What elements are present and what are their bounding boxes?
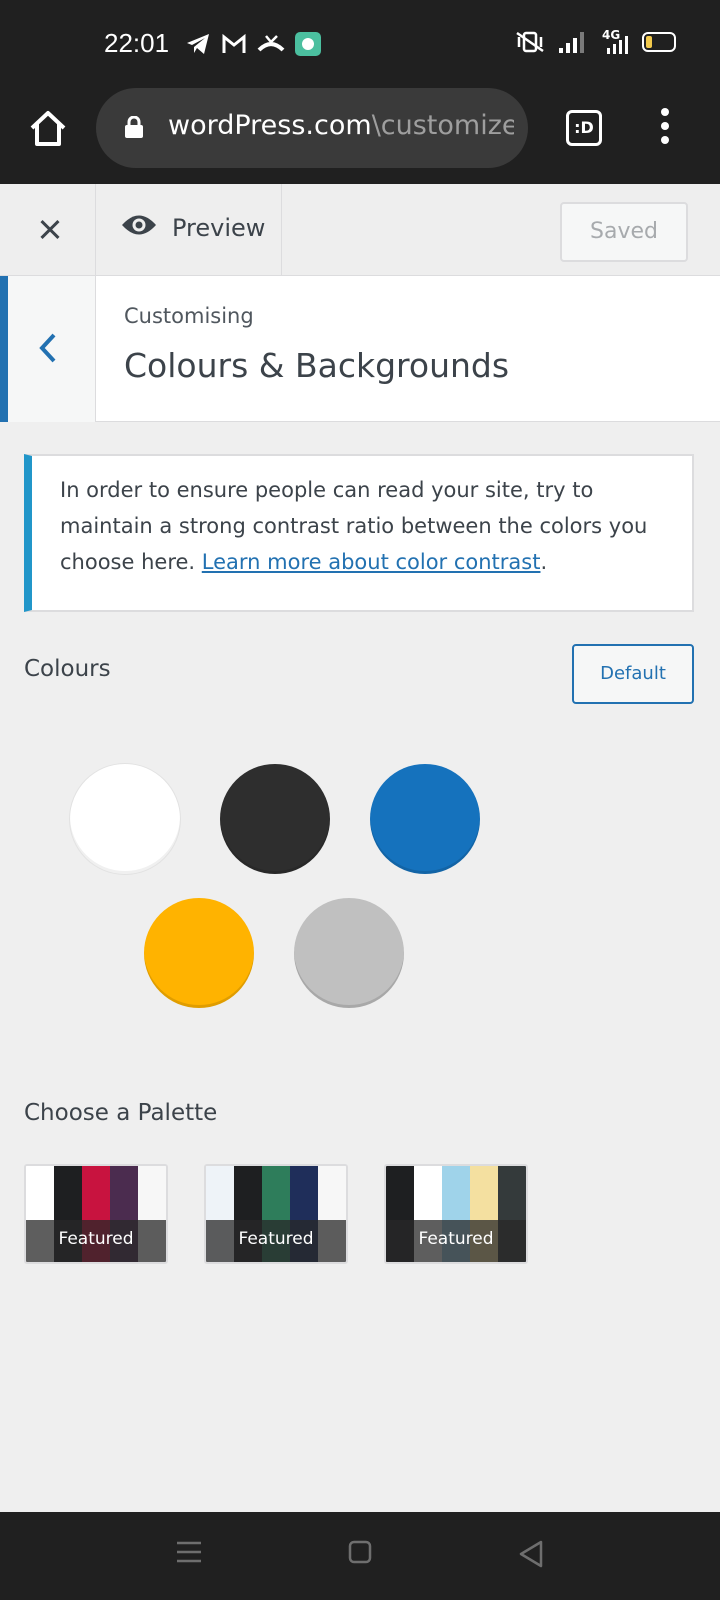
colour-swatch[interactable]	[144, 898, 254, 1008]
preview-button[interactable]: Preview	[96, 184, 282, 276]
featured-badge: Featured	[26, 1220, 166, 1262]
battery-icon	[642, 32, 676, 52]
featured-badge: Featured	[206, 1220, 346, 1262]
back-triangle-icon[interactable]	[518, 1540, 544, 1568]
url-host: wordPress.com	[168, 110, 372, 141]
breadcrumb: Customising	[124, 304, 254, 328]
tab-switcher-button[interactable]: :D	[566, 110, 602, 146]
notification-icons	[185, 30, 321, 58]
colour-swatch[interactable]	[370, 764, 480, 874]
preview-label: Preview	[172, 214, 266, 242]
back-button[interactable]	[0, 276, 96, 422]
palette-option[interactable]: Featured	[204, 1164, 348, 1264]
close-icon[interactable]	[0, 184, 96, 276]
section-header: Customising Colours & Backgrounds	[0, 276, 720, 422]
featured-badge: Featured	[386, 1220, 526, 1262]
colours-label: Colours	[24, 656, 111, 682]
page-title: Colours & Backgrounds	[124, 346, 510, 385]
telegram-icon	[187, 34, 209, 54]
saved-button[interactable]: Saved	[560, 202, 688, 262]
vibrate-icon	[516, 31, 544, 53]
address-bar[interactable]: wordPress.com\customize\es	[96, 88, 528, 168]
missed-call-icon	[257, 35, 285, 52]
status-bar: 22:01 4G	[0, 0, 720, 88]
chevron-left-icon	[39, 333, 56, 363]
app-notification-icon	[295, 32, 321, 56]
palette-option[interactable]: Featured	[24, 1164, 168, 1264]
home-icon[interactable]	[28, 108, 68, 148]
system-icons: 4G	[514, 28, 676, 54]
signal-icon	[559, 32, 584, 53]
home-square-icon[interactable]	[348, 1540, 372, 1564]
colour-swatch[interactable]	[220, 764, 330, 874]
customizer-header: Preview Saved	[0, 184, 720, 276]
notice-end: .	[540, 550, 548, 574]
lock-icon	[125, 116, 143, 138]
colour-swatch[interactable]	[294, 898, 404, 1008]
palette-label: Choose a Palette	[24, 1100, 218, 1126]
palette-option[interactable]: Featured	[384, 1164, 528, 1264]
colour-swatch[interactable]	[70, 764, 180, 874]
eye-icon	[122, 215, 156, 235]
4g-signal-icon: 4G	[596, 28, 630, 54]
gmail-icon	[222, 33, 246, 53]
clock: 22:01	[104, 28, 170, 58]
system-nav-bar	[0, 1512, 720, 1600]
default-button[interactable]: Default	[572, 644, 694, 704]
url-text: wordPress.com\customize\es	[168, 110, 514, 141]
overflow-menu-icon[interactable]	[650, 108, 680, 148]
color-contrast-link[interactable]: Learn more about color contrast	[202, 550, 541, 574]
recents-icon[interactable]	[176, 1540, 202, 1564]
url-path: \customize\es	[371, 110, 514, 141]
browser-toolbar: wordPress.com\customize\es :D	[0, 88, 720, 184]
contrast-notice: In order to ensure people can read your …	[24, 454, 694, 612]
